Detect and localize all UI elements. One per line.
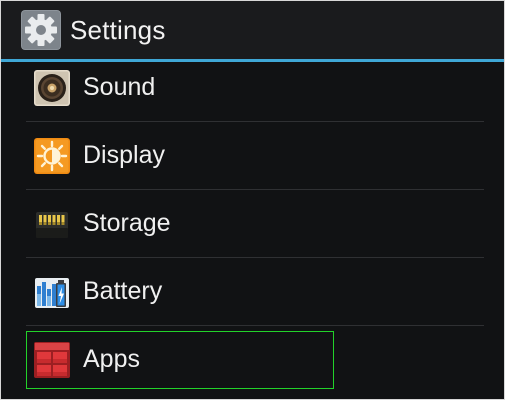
settings-item-battery[interactable]: Battery: [1, 258, 504, 326]
action-bar: Settings: [1, 1, 504, 59]
page-title: Settings: [70, 15, 166, 45]
battery-icon: [35, 278, 69, 308]
apps-highlight-box: [26, 331, 334, 389]
settings-item-label: Sound: [83, 73, 156, 101]
storage-sdcard-icon: [36, 212, 68, 238]
settings-item-label: Display: [83, 141, 165, 169]
settings-item-display[interactable]: Display: [1, 122, 504, 190]
sound-speaker-icon: [34, 70, 70, 106]
settings-item-sound[interactable]: Sound: [1, 54, 504, 122]
settings-item-storage[interactable]: Storage: [1, 190, 504, 258]
settings-item-label: Storage: [83, 209, 171, 237]
settings-screen: Settings Sound Display Storage Battery A…: [0, 0, 505, 400]
display-brightness-icon: [34, 138, 70, 174]
settings-item-label: Battery: [83, 277, 163, 305]
gear-icon[interactable]: [21, 10, 61, 50]
